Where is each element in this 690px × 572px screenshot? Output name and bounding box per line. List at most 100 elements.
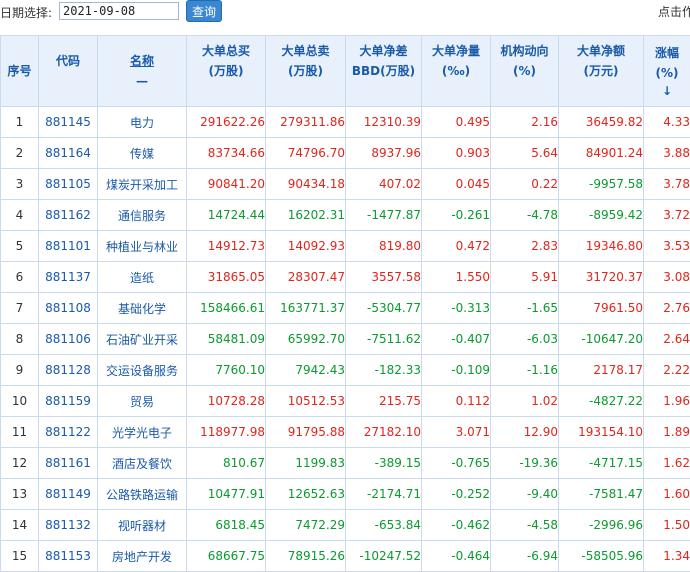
bbd-value: -182.33 [346,355,422,386]
big-sell-value: 28307.47 [266,262,346,293]
stock-code-link[interactable]: 881101 [39,231,98,262]
table-row[interactable]: 11881122光学光电子118977.9891795.8827182.103.… [1,417,690,448]
table-row[interactable]: 9881128交运设备服务7760.107942.43-182.33-0.109… [1,355,690,386]
sector-name-link[interactable]: 光学光电子 [98,417,187,448]
stock-code-link[interactable]: 881122 [39,417,98,448]
stock-code-link[interactable]: 881149 [39,479,98,510]
table-row[interactable]: 3881105煤炭开采加工90841.2090434.18407.020.045… [1,169,690,200]
stock-code-link[interactable]: 881137 [39,262,98,293]
bbd-value: -389.15 [346,448,422,479]
table-row[interactable]: 14881132视听器材6818.457472.29-653.84-0.462-… [1,510,690,541]
big-buy-value: 14912.73 [187,231,266,262]
big-sell-value: 78915.26 [266,541,346,572]
stock-code-link[interactable]: 881145 [39,107,98,138]
net-amount-value: -4717.15 [559,448,644,479]
big-sell-value: 90434.18 [266,169,346,200]
institution-value: -6.03 [491,324,559,355]
table-header-row: 序号 代码 名称 — 大单总买 (万股) 大单总卖 (万股) 大单净差 BBD(… [1,36,690,107]
stock-code-link[interactable]: 881162 [39,200,98,231]
stock-code-link[interactable]: 881108 [39,293,98,324]
query-button[interactable]: 查询 [186,0,222,22]
big-sell-value: 65992.70 [266,324,346,355]
header-bbd[interactable]: 大单净差 BBD(万股) [346,36,422,107]
table-row[interactable]: 12881161酒店及餐饮810.671199.83-389.15-0.765-… [1,448,690,479]
big-buy-value: 31865.05 [187,262,266,293]
header-net-amount[interactable]: 大单净额 (万元) [559,36,644,107]
net-amount-value: 31720.37 [559,262,644,293]
net-amount-value: -2996.96 [559,510,644,541]
table-row[interactable]: 2881164传媒83734.6674796.708937.960.9035.6… [1,138,690,169]
sort-down-arrow-icon[interactable]: ↓ [644,83,690,99]
table-row[interactable]: 13881149公路铁路运输10477.9112652.63-2174.71-0… [1,479,690,510]
big-buy-value: 14724.44 [187,200,266,231]
table-row[interactable]: 10881159贸易10728.2810512.53215.750.1121.0… [1,386,690,417]
table-row[interactable]: 15881153房地产开发68667.7578915.26-10247.52-0… [1,541,690,572]
row-index: 11 [1,417,39,448]
table-row[interactable]: 8881106石油矿业开采58481.0965992.70-7511.62-0.… [1,324,690,355]
sector-name-link[interactable]: 造纸 [98,262,187,293]
sector-name-link[interactable]: 煤炭开采加工 [98,169,187,200]
stock-code-link[interactable]: 881106 [39,324,98,355]
stock-code-link[interactable]: 881164 [39,138,98,169]
header-change[interactable]: 涨幅 (%) ↓ [644,36,690,107]
big-sell-value: 14092.93 [266,231,346,262]
stock-code-link[interactable]: 881161 [39,448,98,479]
row-index: 12 [1,448,39,479]
big-sell-value: 74796.70 [266,138,346,169]
net-amount-value: 7961.50 [559,293,644,324]
sector-name-link[interactable]: 传媒 [98,138,187,169]
sector-name-link[interactable]: 视听器材 [98,510,187,541]
institution-value: -6.94 [491,541,559,572]
change-value: 3.72 [644,200,690,231]
stock-code-link[interactable]: 881153 [39,541,98,572]
net-ratio-value: 3.071 [422,417,491,448]
stock-code-link[interactable]: 881132 [39,510,98,541]
row-index: 8 [1,324,39,355]
table-row[interactable]: 6881137造纸31865.0528307.473557.581.5505.9… [1,262,690,293]
header-net-ratio[interactable]: 大单净量 (‰) [422,36,491,107]
sector-name-link[interactable]: 贸易 [98,386,187,417]
table-body: 1881145电力291622.26279311.8612310.390.495… [1,107,690,572]
stock-code-link[interactable]: 881105 [39,169,98,200]
stock-code-link[interactable]: 881128 [39,355,98,386]
sector-name-link[interactable]: 种植业与林业 [98,231,187,262]
net-ratio-value: 0.472 [422,231,491,262]
row-index: 9 [1,355,39,386]
bbd-value: -1477.87 [346,200,422,231]
date-label: 日期选择: [0,4,52,21]
sector-name-link[interactable]: 交运设备服务 [98,355,187,386]
sector-name-link[interactable]: 酒店及餐饮 [98,448,187,479]
stock-code-link[interactable]: 881159 [39,386,98,417]
date-input[interactable] [59,2,179,20]
table-row[interactable]: 7881108基础化学158466.61163771.37-5304.77-0.… [1,293,690,324]
header-code[interactable]: 代码 [39,36,98,107]
net-amount-value: -10647.20 [559,324,644,355]
table-row[interactable]: 5881101种植业与林业14912.7314092.93819.800.472… [1,231,690,262]
big-buy-value: 118977.98 [187,417,266,448]
sector-name-link[interactable]: 公路铁路运输 [98,479,187,510]
change-value: 3.53 [644,231,690,262]
sector-name-link[interactable]: 通信服务 [98,200,187,231]
net-ratio-value: -0.109 [422,355,491,386]
big-sell-value: 7942.43 [266,355,346,386]
header-name[interactable]: 名称 — [98,36,187,107]
net-amount-value: 84901.24 [559,138,644,169]
sector-name-link[interactable]: 电力 [98,107,187,138]
big-buy-value: 90841.20 [187,169,266,200]
sector-name-link[interactable]: 基础化学 [98,293,187,324]
table-row[interactable]: 4881162通信服务14724.4416202.31-1477.87-0.26… [1,200,690,231]
net-amount-value: 36459.82 [559,107,644,138]
header-name-label[interactable]: 名称 [98,51,186,71]
net-amount-value: -58505.96 [559,541,644,572]
table-row[interactable]: 1881145电力291622.26279311.8612310.390.495… [1,107,690,138]
header-institution[interactable]: 机构动向 (%) [491,36,559,107]
sector-name-link[interactable]: 房地产开发 [98,541,187,572]
big-sell-value: 163771.37 [266,293,346,324]
institution-value: 2.83 [491,231,559,262]
header-big-buy[interactable]: 大单总买 (万股) [187,36,266,107]
header-big-sell[interactable]: 大单总卖 (万股) [266,36,346,107]
sector-name-link[interactable]: 石油矿业开采 [98,324,187,355]
big-buy-value: 68667.75 [187,541,266,572]
net-ratio-value: -0.765 [422,448,491,479]
net-amount-value: -9957.58 [559,169,644,200]
